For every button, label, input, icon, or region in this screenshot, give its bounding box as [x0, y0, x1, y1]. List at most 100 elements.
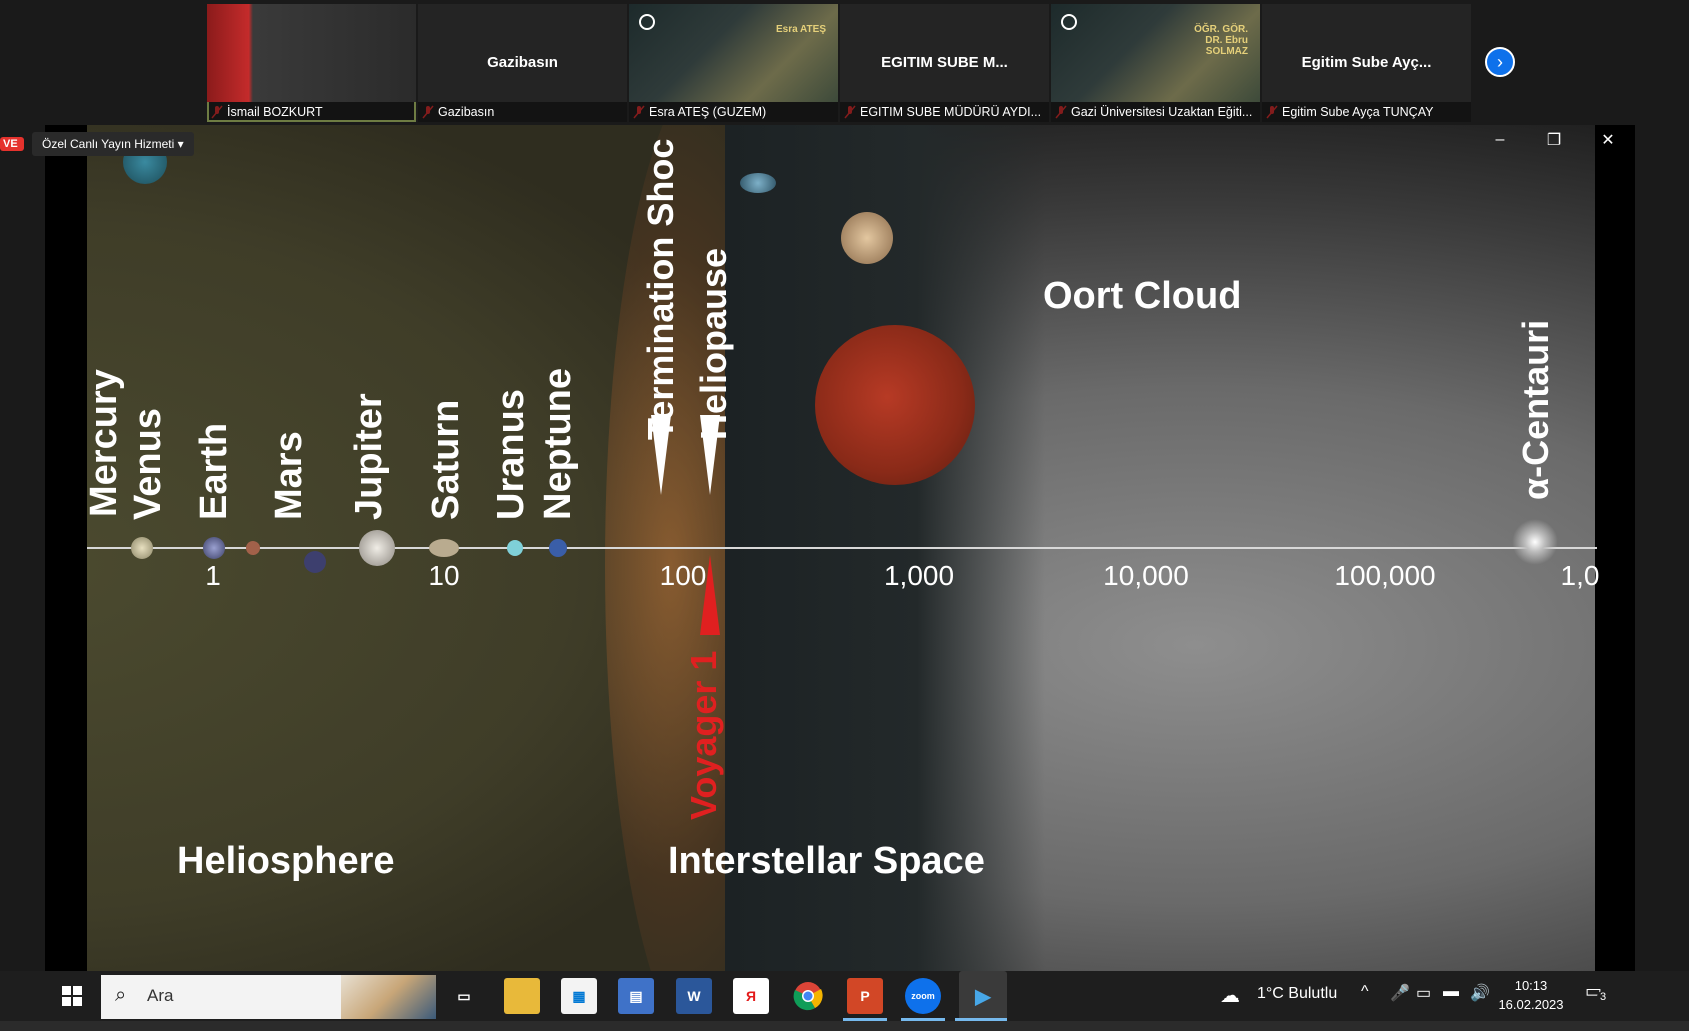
network-icon[interactable]: ▭: [1416, 983, 1431, 1003]
neptune-dot: [549, 539, 567, 557]
termination-shock-arrow: [651, 415, 671, 495]
oort-cloud-label: Oort Cloud: [1043, 275, 1242, 317]
university-logo-icon: [1061, 14, 1077, 30]
axis-tick: 10,000: [1103, 560, 1189, 591]
planet-label: Mars: [268, 431, 310, 520]
planet-label: Saturn: [425, 399, 467, 520]
voyager-label: Voyager 1: [683, 650, 724, 820]
task-view-icon[interactable]: ▭: [446, 978, 482, 1014]
planet-icon: [304, 551, 326, 573]
distance-axis: [87, 547, 1597, 549]
participant-tile[interactable]: Egitim Sube Ayç... Egitim Sube Ayça TUNÇ…: [1262, 4, 1471, 122]
letterbox-right: [1595, 125, 1635, 971]
participant-name: EGITIM SUBE MÜDÜRÜ AYDI...: [840, 102, 1049, 122]
planet-icon: [815, 325, 975, 485]
battery-icon[interactable]: ▬: [1443, 983, 1459, 1001]
calculator-icon[interactable]: ▤: [618, 978, 654, 1014]
participant-strip: İsmail BOZKURT Gazibasın Gazibasın Esra …: [0, 0, 1689, 125]
participant-video: Esra ATEŞ: [629, 4, 838, 102]
minimize-button[interactable]: –: [1477, 125, 1523, 155]
slide-label: ÖĞR. GÖR. DR. Ebru SOLMAZ: [1194, 24, 1248, 57]
notification-count: 3: [1597, 991, 1610, 1003]
file-explorer-icon[interactable]: [504, 978, 540, 1014]
notification-center-icon[interactable]: ▭ 3: [1585, 981, 1613, 1009]
alpha-centauri-label: α-Centauri: [1515, 319, 1556, 500]
uranus-dot: [507, 540, 523, 556]
chrome-icon[interactable]: [790, 978, 826, 1014]
alpha-centauri-dot: [1512, 519, 1558, 565]
powerpoint-icon[interactable]: P: [847, 978, 883, 1014]
clock-time: 10:13: [1514, 978, 1548, 993]
yandex-icon[interactable]: Я: [733, 978, 769, 1014]
clock-date: 16.02.2023: [1498, 997, 1564, 1012]
axis-tick: 10: [428, 560, 460, 591]
planet-label: Earth: [193, 422, 235, 520]
participant-name: Esra ATEŞ (GUZEM): [629, 102, 838, 122]
letterbox-left: [45, 125, 87, 971]
axis-tick: 100: [659, 560, 707, 591]
weather-widget[interactable]: 1°C Bulutlu: [1257, 985, 1337, 1003]
taskbar: ⌕ Ara ▭ ▦ ▤ W Я P zoom ▶ ☁ 1°C Bulutlu ^…: [0, 971, 1689, 1021]
live-badge: VE: [0, 137, 24, 151]
participant-tile[interactable]: İsmail BOZKURT: [207, 4, 416, 122]
planet-label: Mercury: [83, 369, 125, 517]
word-icon[interactable]: W: [676, 978, 712, 1014]
jupiter-dot: [359, 530, 395, 566]
axis-tick: 1: [205, 560, 221, 591]
media-player-icon[interactable]: ▶: [959, 971, 1007, 1021]
windows-start-icon[interactable]: [54, 978, 90, 1014]
microsoft-store-icon[interactable]: ▦: [561, 978, 597, 1014]
search-icon: ⌕: [115, 984, 127, 1006]
participant-video: [207, 4, 416, 102]
earth-dot: [203, 537, 225, 559]
planet-label: Jupiter: [348, 393, 390, 520]
heliosphere-label: Heliosphere: [177, 840, 395, 882]
chevron-up-icon[interactable]: ^: [1361, 983, 1369, 1001]
university-logo-icon: [639, 14, 655, 30]
participant-name: Egitim Sube Ayça TUNÇAY: [1262, 102, 1471, 122]
search-highlight-image: [341, 975, 436, 1019]
restore-button[interactable]: ❐: [1531, 125, 1577, 155]
planet-label: Venus: [127, 408, 169, 520]
planet-label: Neptune: [537, 368, 579, 520]
planet-icon: [841, 212, 893, 264]
participant-video: ÖĞR. GÖR. DR. Ebru SOLMAZ: [1051, 4, 1260, 102]
participant-display-name: Gazibasın: [487, 54, 558, 71]
close-button[interactable]: ✕: [1585, 125, 1631, 155]
volume-icon[interactable]: 🔊: [1470, 983, 1490, 1003]
axis-tick: 100,000: [1334, 560, 1436, 591]
participant-display-name: Egitim Sube Ayç...: [1301, 54, 1432, 71]
participant-name: Gazibasın: [418, 102, 627, 122]
planet-label: Uranus: [490, 389, 532, 520]
stream-service-dropdown[interactable]: Özel Canlı Yayın Hizmeti ▾: [32, 132, 194, 156]
clock[interactable]: 10:13 16.02.2023: [1496, 976, 1566, 1014]
participant-display-name: EGITIM SUBE M...: [881, 54, 1008, 71]
next-page-button[interactable]: ›: [1485, 47, 1515, 77]
participant-tile[interactable]: Esra ATEŞ Esra ATEŞ (GUZEM): [629, 4, 838, 122]
search-placeholder: Ara: [147, 986, 174, 1005]
participant-tile[interactable]: Gazibasın Gazibasın: [418, 4, 627, 122]
microphone-icon[interactable]: 🎤: [1390, 983, 1410, 1003]
taskbar-search[interactable]: ⌕ Ara: [101, 975, 436, 1019]
participant-tile[interactable]: ÖĞR. GÖR. DR. Ebru SOLMAZ Gazi Üniversit…: [1051, 4, 1260, 122]
bottom-bar: [0, 1021, 1689, 1031]
participant-name: Gazi Üniversitesi Uzaktan Eğiti...: [1051, 102, 1260, 122]
chevron-right-icon: ›: [1497, 51, 1503, 72]
cloud-icon: ☁: [1220, 985, 1240, 1007]
venus-dot: [131, 537, 153, 559]
zoom-icon[interactable]: zoom: [905, 978, 941, 1014]
slide-label: Esra ATEŞ: [775, 24, 826, 35]
participant-name: İsmail BOZKURT: [207, 102, 416, 122]
presentation-slide: Mercury Venus Earth Mars Jupiter Saturn …: [45, 125, 1635, 971]
interstellar-space-label: Interstellar Space: [668, 840, 985, 882]
saturn-dot: [429, 539, 459, 557]
planet-icon: [740, 173, 776, 193]
mars-dot: [246, 541, 260, 555]
axis-tick: 1,000: [883, 560, 955, 591]
termination-shock-label: Termination Shoc: [640, 138, 681, 440]
shared-screen: Mercury Venus Earth Mars Jupiter Saturn …: [0, 125, 1689, 971]
participant-tile[interactable]: EGITIM SUBE M... EGITIM SUBE MÜDÜRÜ AYDI…: [840, 4, 1049, 122]
heliopause-arrow: [700, 415, 720, 495]
heliopause-label: Heliopause: [693, 247, 734, 440]
axis-tick: 1,0: [1560, 560, 1600, 591]
